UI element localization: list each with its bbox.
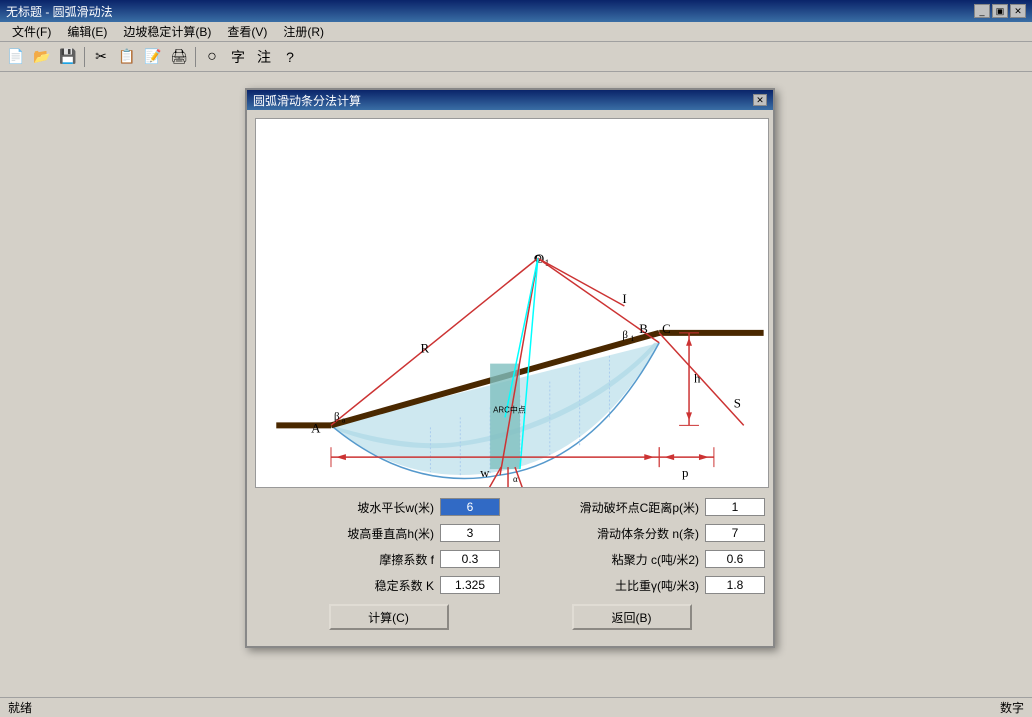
svg-text:α: α bbox=[513, 474, 518, 484]
svg-text:a: a bbox=[342, 415, 346, 424]
button-row: 计算(C) 返回(B) bbox=[267, 604, 753, 638]
strips-label: 滑动体条分数 n(条) bbox=[597, 525, 699, 542]
menu-bar: 文件(F) 编辑(E) 边坡稳定计算(B) 查看(V) 注册(R) bbox=[0, 22, 1032, 42]
form-row-gamma: 土比重γ(吨/米3) bbox=[520, 574, 765, 596]
status-bar: 就绪 数字 bbox=[0, 697, 1032, 717]
toolbar: 📄 📂 💾 ✂ 📋 📝 🖨 ○ 字 注 ? bbox=[0, 42, 1032, 72]
form-row-p: 滑动破坏点C距离p(米) bbox=[520, 496, 765, 518]
copy-button[interactable]: 📋 bbox=[115, 46, 139, 68]
status-left: 就绪 bbox=[8, 699, 32, 716]
svg-text:w: w bbox=[480, 465, 490, 480]
c-dist-input[interactable] bbox=[705, 498, 765, 516]
status-right: 数字 bbox=[1000, 699, 1024, 716]
soil-weight-label: 土比重γ(吨/米3) bbox=[615, 577, 699, 594]
menu-register[interactable]: 注册(R) bbox=[275, 22, 332, 41]
window-controls: _ ▣ ✕ bbox=[974, 4, 1026, 18]
dialog-close-button[interactable]: ✕ bbox=[753, 94, 767, 106]
svg-text:C: C bbox=[662, 321, 671, 336]
dialog: 圆弧滑动条分法计算 ✕ bbox=[245, 88, 775, 648]
menu-view[interactable]: 查看(V) bbox=[219, 22, 275, 41]
svg-text:1: 1 bbox=[630, 334, 634, 343]
cohesion-label: 粘聚力 c(吨/米2) bbox=[612, 551, 699, 568]
slope-h-input[interactable] bbox=[440, 524, 500, 542]
note-button[interactable]: 注 bbox=[252, 46, 276, 68]
slope-w-input[interactable] bbox=[440, 498, 500, 516]
svg-text:ARC中点: ARC中点 bbox=[493, 404, 526, 414]
friction-label: 摩擦系数 f bbox=[379, 551, 434, 568]
dialog-title: 圆弧滑动条分法计算 bbox=[253, 92, 361, 109]
back-button[interactable]: 返回(B) bbox=[572, 604, 692, 630]
toolbar-separator-1 bbox=[84, 47, 85, 67]
open-button[interactable]: 📂 bbox=[30, 46, 54, 68]
calculate-button[interactable]: 计算(C) bbox=[329, 604, 449, 630]
strips-input[interactable] bbox=[705, 524, 765, 542]
menu-file[interactable]: 文件(F) bbox=[4, 22, 59, 41]
form-row-n: 滑动体条分数 n(条) bbox=[520, 522, 765, 544]
form-row-f: 摩擦系数 f bbox=[255, 548, 500, 570]
toolbar-separator-2 bbox=[195, 47, 196, 67]
form-row-k: 稳定系数 K bbox=[255, 574, 500, 596]
new-button[interactable]: 📄 bbox=[4, 46, 28, 68]
diagram-svg: O 1 I R A B C S bbox=[256, 119, 768, 487]
close-button[interactable]: ✕ bbox=[1010, 4, 1026, 18]
svg-text:p: p bbox=[682, 465, 688, 480]
window-title: 无标题 - 圆弧滑动法 bbox=[6, 3, 113, 20]
menu-slope[interactable]: 边坡稳定计算(B) bbox=[115, 22, 219, 41]
menu-edit[interactable]: 编辑(E) bbox=[59, 22, 115, 41]
form-row-w: 坡水平长w(米) bbox=[255, 496, 500, 518]
svg-text:B: B bbox=[639, 321, 648, 336]
minimize-button[interactable]: _ bbox=[974, 4, 990, 18]
svg-text:A: A bbox=[311, 420, 321, 435]
circle-button[interactable]: ○ bbox=[200, 46, 224, 68]
text-button[interactable]: 字 bbox=[226, 46, 250, 68]
maximize-button[interactable]: ▣ bbox=[992, 4, 1008, 18]
dialog-title-bar: 圆弧滑动条分法计算 ✕ bbox=[247, 90, 773, 110]
svg-text:β: β bbox=[334, 410, 340, 422]
stability-label: 稳定系数 K bbox=[375, 577, 434, 594]
diagram-area: O 1 I R A B C S bbox=[255, 118, 769, 488]
help-button[interactable]: ? bbox=[278, 46, 302, 68]
paste-button[interactable]: 📝 bbox=[141, 46, 165, 68]
friction-input[interactable] bbox=[440, 550, 500, 568]
svg-text:S: S bbox=[734, 395, 741, 410]
soil-weight-input[interactable] bbox=[705, 576, 765, 594]
svg-text:R: R bbox=[420, 341, 429, 356]
c-dist-label: 滑动破坏点C距离p(米) bbox=[580, 499, 699, 516]
cohesion-input[interactable] bbox=[705, 550, 765, 568]
form-row-h: 坡高垂直高h(米) bbox=[255, 522, 500, 544]
slope-w-label: 坡水平长w(米) bbox=[357, 499, 434, 516]
svg-text:I: I bbox=[622, 291, 626, 306]
title-bar: 无标题 - 圆弧滑动法 _ ▣ ✕ bbox=[0, 0, 1032, 22]
save-button[interactable]: 💾 bbox=[56, 46, 80, 68]
form-row-c: 粘聚力 c(吨/米2) bbox=[520, 548, 765, 570]
svg-text:β: β bbox=[622, 329, 628, 341]
stability-input[interactable] bbox=[440, 576, 500, 594]
cut-button[interactable]: ✂ bbox=[89, 46, 113, 68]
slope-h-label: 坡高垂直高h(米) bbox=[347, 525, 434, 542]
form-area: 坡水平长w(米) 滑动破坏点C距离p(米) 坡高垂直高h(米) 滑动体条分数 n… bbox=[255, 496, 765, 596]
print-button[interactable]: 🖨 bbox=[167, 46, 191, 68]
